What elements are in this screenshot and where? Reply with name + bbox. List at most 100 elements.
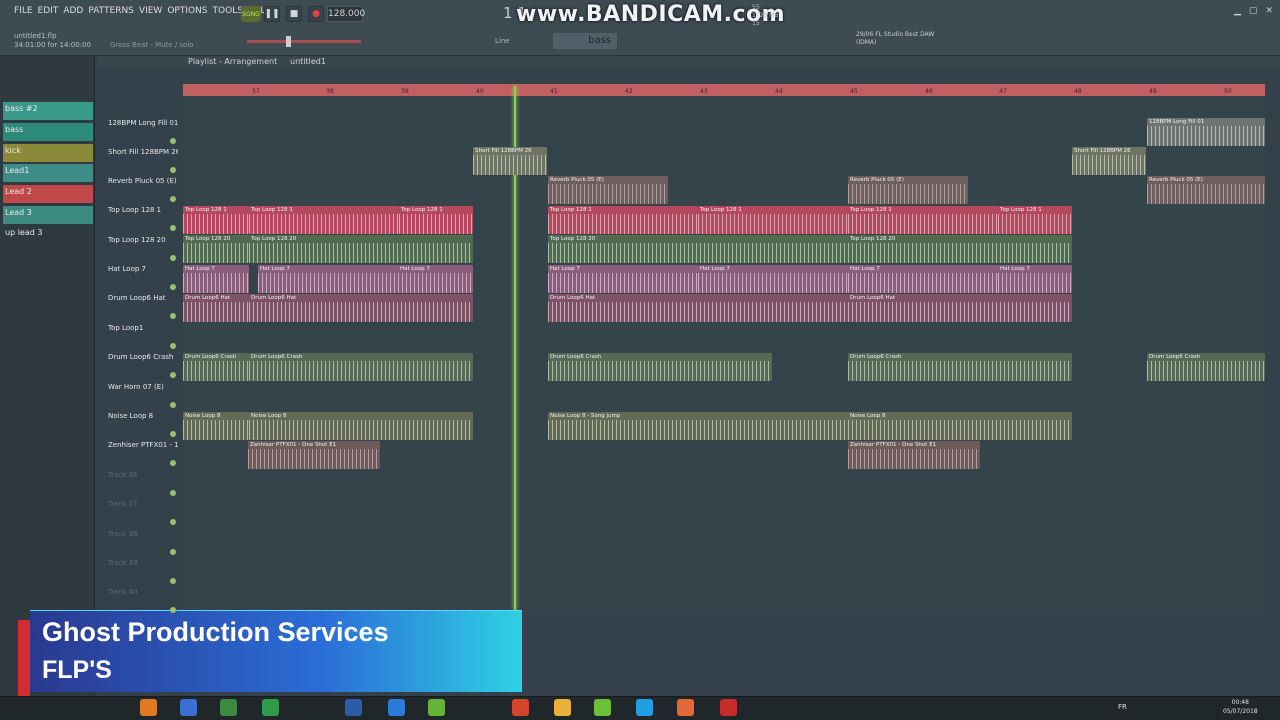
clip[interactable]: Noise Loop 8: [183, 412, 249, 440]
pause-button[interactable]: ❚❚: [264, 6, 280, 22]
clip[interactable]: Reverb Pluck 05 (E): [1147, 176, 1265, 204]
clip[interactable]: Hat Loop 7: [258, 265, 398, 293]
clip[interactable]: Drum Loop6 Crash: [183, 353, 249, 381]
clip[interactable]: Drum Loop6 Crash: [548, 353, 772, 381]
clip[interactable]: Reverb Pluck 05 (E): [848, 176, 968, 204]
clip[interactable]: Hat Loop 7: [698, 265, 848, 293]
track-link-icon[interactable]: [170, 138, 176, 144]
clip[interactable]: Drum Loop6 Hat: [183, 294, 249, 322]
menu-item[interactable]: ADD: [63, 6, 83, 16]
clip[interactable]: Top Loop 128 20: [548, 235, 848, 263]
clip[interactable]: Zenhiser PTFX01 - One Shot E1: [248, 441, 380, 469]
browser-item[interactable]: up lead 3: [3, 226, 93, 244]
taskbar-app-icon[interactable]: [262, 699, 279, 716]
menu-item[interactable]: OPTIONS: [167, 6, 207, 16]
track-link-icon[interactable]: [170, 284, 176, 290]
track-name[interactable]: Top Loop1: [108, 324, 178, 332]
taskbar-app-icon[interactable]: [594, 699, 611, 716]
track-name[interactable]: Short Fill 128BPM 26: [108, 148, 178, 156]
clip[interactable]: Short Fill 128BPM 26: [473, 147, 547, 175]
clip[interactable]: Drum Loop6 Crash: [1147, 353, 1265, 381]
track-name[interactable]: Zenhiser PTFX01 - 1: [108, 441, 178, 449]
clip[interactable]: Top Loop 128 20: [249, 235, 473, 263]
pattern-selector[interactable]: bass: [553, 33, 617, 49]
taskbar-app-icon[interactable]: [428, 699, 445, 716]
track-name[interactable]: Drum Loop6 Hat: [108, 294, 178, 302]
bar-number[interactable]: 43: [700, 88, 708, 95]
bar-number[interactable]: 41: [550, 88, 558, 95]
minimize-icon[interactable]: ▁: [1234, 6, 1241, 16]
bar-number[interactable]: 47: [999, 88, 1007, 95]
track-name[interactable]: Top Loop 128 1: [108, 206, 178, 214]
menu-item[interactable]: FILE: [14, 6, 33, 16]
clip[interactable]: Top Loop 128 1: [848, 206, 998, 234]
close-icon[interactable]: ✕: [1265, 6, 1273, 16]
track-name[interactable]: Track 37: [108, 500, 178, 508]
bar-number[interactable]: 45: [850, 88, 858, 95]
taskbar-app-icon[interactable]: [345, 699, 362, 716]
track-link-icon[interactable]: [170, 313, 176, 319]
bar-number[interactable]: 46: [925, 88, 933, 95]
track-name[interactable]: Track 40: [108, 588, 178, 596]
taskbar-app-icon[interactable]: [677, 699, 694, 716]
timeline-ruler[interactable]: [183, 84, 1265, 96]
track-link-icon[interactable]: [170, 196, 176, 202]
clip[interactable]: Top Loop 128 1: [183, 206, 249, 234]
taskbar-app-icon[interactable]: [220, 699, 237, 716]
track-link-icon[interactable]: [170, 431, 176, 437]
taskbar-app-icon[interactable]: [554, 699, 571, 716]
track-link-icon[interactable]: [170, 460, 176, 466]
snap-selector[interactable]: Line: [495, 37, 510, 45]
master-volume-knob[interactable]: [286, 36, 291, 47]
maximize-icon[interactable]: ▢: [1249, 6, 1258, 16]
tempo-display[interactable]: 128.000: [327, 6, 365, 22]
menu-item[interactable]: TOOLS: [213, 6, 243, 16]
clip[interactable]: Drum Loop6 Hat: [548, 294, 848, 322]
clip[interactable]: Drum Loop6 Crash: [848, 353, 1072, 381]
clip[interactable]: Hat Loop 7: [998, 265, 1072, 293]
track-name[interactable]: Track 38: [108, 530, 178, 538]
master-volume-track[interactable]: [247, 40, 361, 43]
taskbar-app-icon[interactable]: [140, 699, 157, 716]
bar-number[interactable]: 37: [252, 88, 260, 95]
menu-item[interactable]: VIEW: [139, 6, 162, 16]
clip[interactable]: Drum Loop6 Hat: [249, 294, 473, 322]
clip[interactable]: Hat Loop 7: [548, 265, 698, 293]
track-name[interactable]: Hat Loop 7: [108, 265, 178, 273]
clip[interactable]: Top Loop 128 1: [548, 206, 698, 234]
track-link-icon[interactable]: [170, 255, 176, 261]
song-mode-button[interactable]: SONG: [241, 6, 261, 22]
clip[interactable]: Noise Loop 8: [249, 412, 473, 440]
bar-number[interactable]: 44: [775, 88, 783, 95]
track-link-icon[interactable]: [170, 607, 176, 613]
stop-button[interactable]: ■: [286, 6, 302, 22]
taskbar-app-icon[interactable]: [180, 699, 197, 716]
track-link-icon[interactable]: [170, 490, 176, 496]
menu-item[interactable]: PATTERNS: [88, 6, 134, 16]
track-name[interactable]: Top Loop 128 20: [108, 236, 178, 244]
clip[interactable]: Zenhiser PTFX01 - One Shot E1: [848, 441, 980, 469]
clip[interactable]: Drum Loop6 Hat: [848, 294, 1072, 322]
browser-item[interactable]: kick: [3, 144, 93, 162]
menu-item[interactable]: EDIT: [38, 6, 59, 16]
track-name[interactable]: Noise Loop 8: [108, 412, 178, 420]
taskbar-app-icon[interactable]: [720, 699, 737, 716]
clip[interactable]: 128BPM Long Fill 01: [1147, 118, 1265, 146]
taskbar-app-icon[interactable]: [512, 699, 529, 716]
track-name[interactable]: Drum Loop6 Crash: [108, 353, 178, 361]
track-name[interactable]: 128BPM Long Fill 01: [108, 119, 178, 127]
clip[interactable]: Top Loop 128 20: [848, 235, 1072, 263]
language-indicator[interactable]: FR: [1118, 703, 1127, 711]
browser-item[interactable]: Lead 2: [3, 185, 93, 203]
track-link-icon[interactable]: [170, 519, 176, 525]
clip[interactable]: Reverb Pluck 05 (E): [548, 176, 668, 204]
browser-item[interactable]: bass #2: [3, 102, 93, 120]
clip[interactable]: Top Loop 128 1: [998, 206, 1072, 234]
bar-number[interactable]: 49: [1149, 88, 1157, 95]
clip[interactable]: Noise Loop 8: [848, 412, 1072, 440]
track-link-icon[interactable]: [170, 578, 176, 584]
browser-item[interactable]: Lead 3: [3, 206, 93, 224]
track-link-icon[interactable]: [170, 167, 176, 173]
bar-number[interactable]: 39: [401, 88, 409, 95]
clip[interactable]: Top Loop 128 1: [399, 206, 473, 234]
